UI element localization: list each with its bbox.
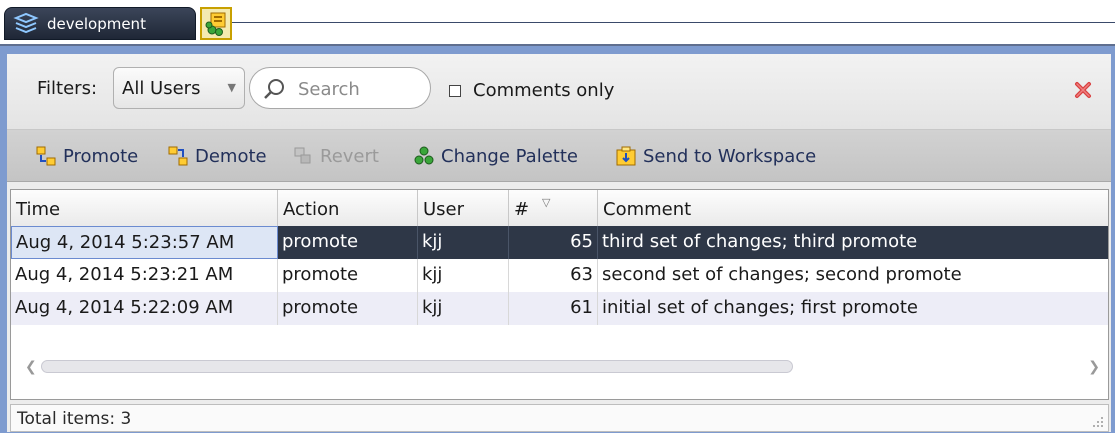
column-header-comment[interactable]: Comment	[598, 190, 1108, 226]
action-toolbar: Promote Demote Revert Change Palette Sen…	[7, 130, 1111, 182]
sort-descending-icon: ▽	[542, 196, 551, 209]
tab-development[interactable]: development	[4, 7, 196, 40]
tab-development-label: development	[47, 14, 146, 33]
scroll-left-arrow-icon[interactable]: ❮	[25, 359, 37, 375]
demote-button[interactable]: Demote	[167, 145, 267, 167]
user-filter-value: All Users	[122, 78, 201, 99]
change-palette-label: Change Palette	[441, 145, 578, 167]
send-to-workspace-label: Send to Workspace	[643, 145, 817, 167]
demote-label: Demote	[195, 145, 267, 167]
cell-user: kjj	[418, 292, 509, 325]
search-input[interactable]	[296, 76, 420, 102]
column-header-user[interactable]: User	[418, 190, 509, 226]
workspace-icon	[616, 146, 636, 166]
resize-grip-icon[interactable]	[1092, 416, 1104, 428]
cell-comment: initial set of changes; first promote	[602, 297, 918, 318]
promote-button[interactable]: Promote	[35, 145, 138, 167]
column-header-label: User	[423, 199, 465, 220]
cell-user: kjj	[418, 226, 509, 259]
cell-number: 65	[509, 226, 598, 259]
revert-icon	[294, 147, 311, 164]
cell-comment: third set of changes; third promote	[602, 231, 918, 252]
column-header-label: Comment	[603, 199, 692, 220]
comments-only-checkbox[interactable]	[449, 84, 461, 97]
revert-button[interactable]: Revert	[292, 145, 379, 167]
cell-action: promote	[278, 226, 418, 259]
column-header-label: Time	[16, 199, 61, 220]
history-table: Time Action User # ▽ Comment Aug 4, 2014 …	[10, 189, 1109, 400]
total-items-count: Total items: 3	[17, 409, 132, 429]
layers-icon	[13, 12, 39, 33]
filter-bar: Filters: All Users ▼ Comments only	[7, 54, 1111, 130]
table-row[interactable]: Aug 4, 2014 5:23:21 AM promote kjj 63 se…	[11, 259, 1108, 292]
revert-label: Revert	[320, 145, 379, 167]
table-row[interactable]: Aug 4, 2014 5:23:57 AM promote kjj 65 th…	[11, 226, 1108, 259]
cell-comment: second set of changes; second promote	[602, 264, 962, 285]
column-header-time[interactable]: Time	[11, 190, 278, 226]
cell-user: kjj	[418, 259, 509, 292]
cell-time: Aug 4, 2014 5:22:09 AM	[11, 292, 278, 325]
history-panel-inner: Filters: All Users ▼ Comments only	[7, 54, 1111, 432]
search-icon	[264, 79, 284, 99]
status-bar: Total items: 3	[10, 404, 1109, 432]
change-palette-button[interactable]: Change Palette	[413, 145, 578, 167]
comments-only-toggle[interactable]: Comments only	[449, 80, 614, 101]
change-palette-icon	[414, 146, 434, 165]
chevron-down-icon: ▼	[227, 81, 236, 94]
tab-bar: development	[0, 0, 1115, 46]
cell-number: 61	[509, 292, 598, 325]
cell-number: 63	[509, 259, 598, 292]
cell-action: promote	[278, 292, 418, 325]
tab-change-palette[interactable]	[200, 7, 232, 40]
send-to-workspace-button[interactable]: Send to Workspace	[615, 145, 816, 167]
promote-icon	[36, 146, 56, 166]
cell-action: promote	[278, 259, 418, 292]
column-header-label: Action	[283, 199, 340, 220]
comments-only-label: Comments only	[473, 80, 615, 101]
promote-label: Promote	[63, 145, 139, 167]
column-header-label: #	[514, 199, 530, 220]
history-panel: Filters: All Users ▼ Comments only	[0, 46, 1115, 433]
search-box[interactable]	[249, 67, 431, 109]
tab-divider	[230, 22, 1115, 23]
filters-label: Filters:	[37, 78, 98, 99]
table-header: Time Action User # ▽ Comment	[11, 190, 1108, 227]
close-icon[interactable]	[1073, 80, 1093, 100]
column-header-number[interactable]: # ▽	[509, 190, 598, 226]
cell-time: Aug 4, 2014 5:23:57 AM	[11, 226, 278, 259]
horizontal-scrollbar-thumb[interactable]	[41, 360, 793, 373]
demote-icon	[168, 146, 188, 166]
table-row[interactable]: Aug 4, 2014 5:22:09 AM promote kjj 61 in…	[11, 292, 1108, 325]
column-header-action[interactable]: Action	[278, 190, 418, 226]
cell-time: Aug 4, 2014 5:23:21 AM	[11, 259, 278, 292]
change-palette-icon	[205, 12, 226, 36]
user-filter-dropdown[interactable]: All Users ▼	[113, 67, 245, 109]
scroll-right-arrow-icon[interactable]: ❯	[1088, 359, 1100, 375]
